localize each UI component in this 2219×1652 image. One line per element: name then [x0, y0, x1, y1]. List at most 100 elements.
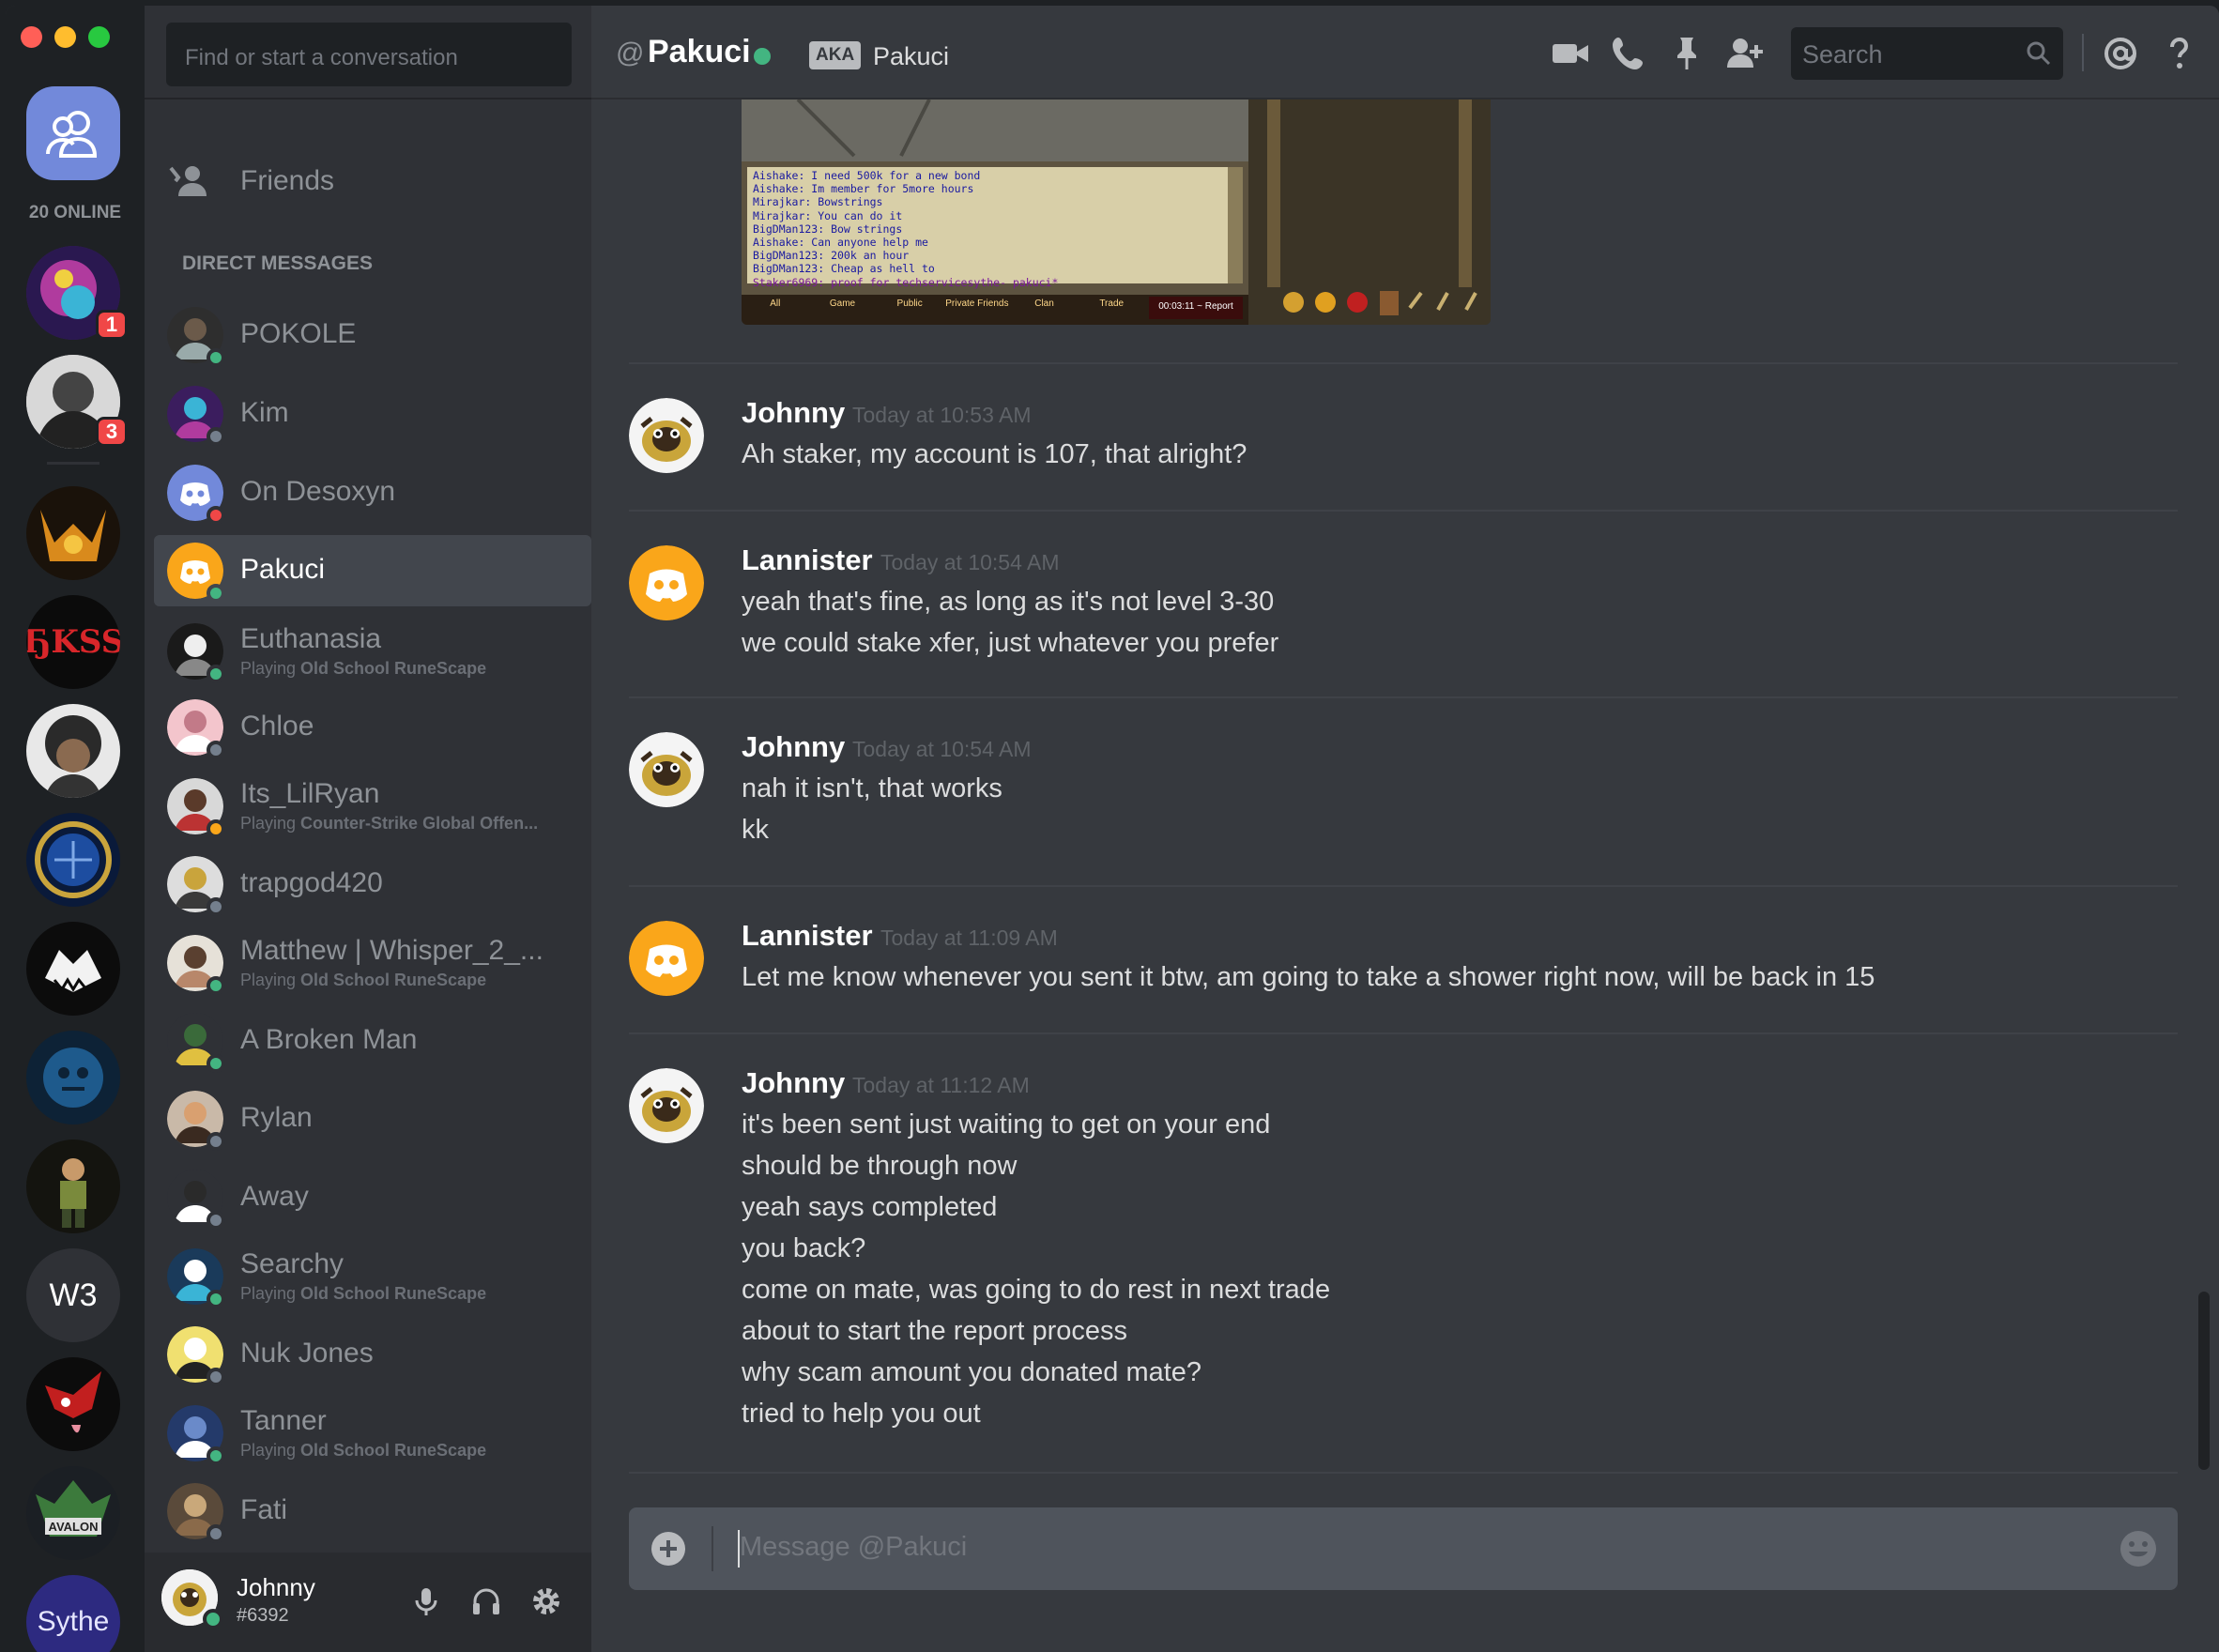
message-author[interactable]: Johnny	[742, 1066, 845, 1100]
video-call-icon[interactable]	[1551, 34, 1590, 73]
game-chat-tab: Public	[896, 298, 923, 309]
status-online-dot	[207, 976, 225, 995]
dm-name: Searchy	[240, 1248, 344, 1279]
game-chat-tab: Game	[829, 298, 856, 309]
status-offline-dot	[207, 1524, 225, 1543]
status-online-dot	[207, 1446, 225, 1465]
message-author[interactable]: Lannister	[742, 919, 873, 953]
dm-item[interactable]: Chloe	[154, 692, 591, 763]
dm-item[interactable]: Rylan	[154, 1083, 591, 1155]
message-timestamp: Today at 11:12 AM	[852, 1073, 1030, 1097]
attachment-image[interactable]: Aishake: I need 500k for a new bond Aisha…	[742, 99, 1491, 325]
message-input[interactable]: Message @Pakuci	[740, 1532, 967, 1563]
message-author[interactable]: Johnny	[742, 396, 845, 430]
chat-area: @ Pakuci AKA Pakuci Search Aishake: I ne…	[591, 6, 2219, 1652]
dm-name: Tanner	[240, 1405, 327, 1436]
message-avatar[interactable]	[629, 732, 704, 807]
message-avatar[interactable]	[629, 398, 704, 473]
game-chat-line: Staker6969: proof for techservicesythe- …	[753, 275, 1059, 289]
message-author[interactable]: Lannister	[742, 543, 873, 577]
friends-nav-item[interactable]: Friends	[154, 142, 586, 221]
server-icon[interactable]: AVALON	[26, 1466, 120, 1560]
discord-window: 20 ONLINE 1 3 ЂKSS W3 AVALON Sythe Find …	[6, 6, 2219, 1652]
dm-item[interactable]: Euthanasia Playing Old School RuneScape	[154, 616, 591, 687]
activity-prefix: Playing	[240, 1284, 301, 1303]
message-text: kk	[742, 815, 769, 845]
pinned-messages-icon[interactable]	[1667, 34, 1706, 73]
upload-plus-icon[interactable]	[650, 1530, 687, 1568]
game-chat-tab: Clan	[1034, 298, 1054, 309]
message-list: Aishake: I need 500k for a new bond Aisha…	[591, 99, 2219, 1507]
server-icon[interactable]	[26, 486, 120, 580]
dm-name: A Broken Man	[240, 1024, 418, 1055]
message-text: we could stake xfer, just whatever you p…	[742, 628, 1279, 658]
dm-item[interactable]: Nuk Jones	[154, 1319, 591, 1390]
dm-item[interactable]: Searchy Playing Old School RuneScape	[154, 1241, 591, 1312]
emoji-picker-icon[interactable]	[2118, 1528, 2159, 1569]
close-window-button[interactable]	[21, 26, 42, 48]
message-timestamp: Today at 10:53 AM	[852, 403, 1032, 427]
home-button[interactable]	[26, 86, 120, 180]
dm-name: Chloe	[240, 711, 314, 742]
server-icon[interactable]	[26, 704, 120, 798]
guild-separator	[47, 462, 99, 465]
server-icon[interactable]: W3	[26, 1248, 120, 1342]
find-conversation-input[interactable]: Find or start a conversation	[166, 23, 572, 86]
minimize-window-button[interactable]	[54, 26, 76, 48]
dm-item[interactable]: Matthew | Whisper_2_... Playing Old Schoo…	[154, 927, 591, 999]
dm-item[interactable]: trapgod420	[154, 849, 591, 920]
dm-name: Nuk Jones	[240, 1338, 374, 1369]
dm-item[interactable]: On Desoxyn	[154, 457, 591, 528]
headphones-icon[interactable]	[469, 1584, 503, 1618]
message-avatar[interactable]	[629, 921, 704, 996]
help-icon[interactable]	[2159, 34, 2198, 73]
add-friend-icon[interactable]	[1725, 34, 1765, 73]
settings-gear-icon[interactable]	[529, 1584, 563, 1618]
unread-badge: 3	[96, 417, 128, 447]
game-chat-tab: All	[770, 298, 781, 309]
message-avatar[interactable]	[629, 545, 704, 620]
dm-item[interactable]: A Broken Man	[154, 1005, 591, 1077]
status-online-dot	[207, 665, 225, 683]
dm-item[interactable]: Away	[154, 1162, 591, 1233]
voice-call-icon[interactable]	[1609, 34, 1648, 73]
message-text: yeah that's fine, as long as it's not le…	[742, 587, 1275, 617]
message-timestamp: Today at 10:54 AM	[880, 550, 1060, 574]
maximize-window-button[interactable]	[88, 26, 110, 48]
mentions-icon[interactable]	[2101, 34, 2140, 73]
game-chat-line: Aishake: Can anyone help me	[753, 236, 928, 250]
search-input[interactable]: Search	[1791, 27, 2063, 80]
message-group: Lannister Today at 11:09 AM Let me know wh…	[629, 919, 2178, 1018]
server-icon[interactable]	[26, 1140, 120, 1233]
username: Johnny	[237, 1573, 315, 1601]
message-divider	[629, 696, 2178, 698]
server-icon[interactable]: Sythe	[26, 1575, 120, 1652]
message-avatar[interactable]	[629, 1068, 704, 1143]
microphone-icon[interactable]	[409, 1584, 443, 1618]
message-text: Let me know whenever you sent it btw, am…	[742, 962, 1875, 992]
server-icon[interactable]: ЂKSS	[26, 595, 120, 689]
dm-item[interactable]: Pakuci	[154, 535, 591, 606]
composer-divider	[712, 1526, 713, 1571]
game-chat-line: Aishake: I need 500k for a new bond	[753, 169, 981, 182]
dm-item[interactable]: POKOLE	[154, 299, 591, 371]
message-author[interactable]: Johnny	[742, 730, 845, 764]
game-chat-line: BigDMan123: 200k an hour	[753, 249, 910, 263]
server-icon[interactable]	[26, 1357, 120, 1451]
server-icon[interactable]	[26, 813, 120, 907]
divider	[145, 98, 591, 99]
activity-game: Old School RuneScape	[300, 1441, 487, 1460]
dm-sidebar: Find or start a conversation Friends DIR…	[145, 6, 591, 1652]
scrollbar-thumb[interactable]	[2198, 1292, 2210, 1470]
server-icon[interactable]	[26, 922, 120, 1016]
server-icon[interactable]	[26, 1031, 120, 1124]
message-divider	[629, 885, 2178, 887]
channel-name: Pakuci	[648, 34, 751, 69]
dm-item[interactable]: Its_LilRyan Playing Counter-Strike Global…	[154, 771, 591, 842]
dm-item[interactable]: Kim	[154, 378, 591, 450]
dm-item[interactable]: Tanner Playing Old School RuneScape	[154, 1398, 591, 1469]
game-chat-line: Mirajkar: You can do it	[753, 208, 903, 222]
status-offline-dot	[207, 1368, 225, 1386]
game-chat-line: BigDMan123: Bow strings	[753, 222, 903, 236]
dm-item[interactable]: Fati	[154, 1476, 591, 1547]
